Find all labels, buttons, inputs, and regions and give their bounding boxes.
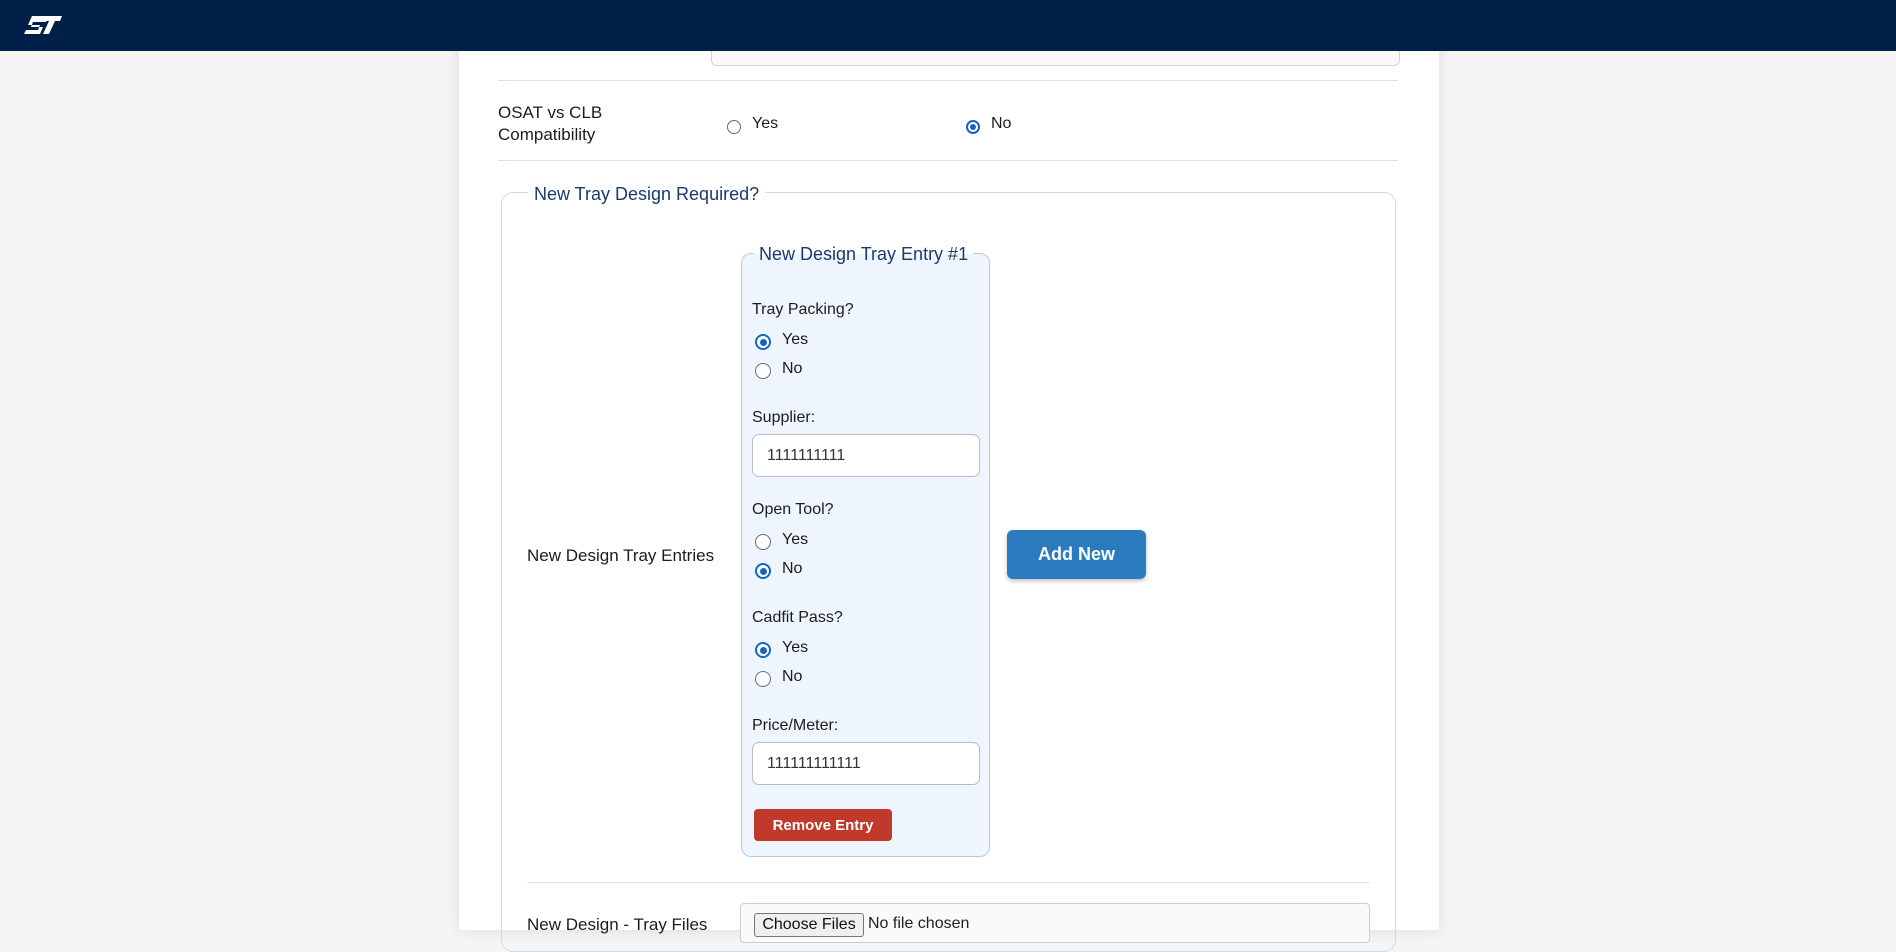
tray-entry-title: New Design Tray Entry #1 bbox=[754, 242, 974, 266]
add-new-button[interactable]: Add New bbox=[1007, 530, 1146, 579]
cadfit-pass-yes-radio[interactable] bbox=[755, 642, 771, 658]
st-logo-icon[interactable] bbox=[20, 12, 64, 38]
osat-no-radio[interactable] bbox=[966, 120, 980, 134]
supplier-label: Supplier: bbox=[752, 409, 816, 426]
supplier-input[interactable] bbox=[752, 434, 980, 477]
open-tool-no-label: No bbox=[782, 560, 803, 577]
cadfit-pass-no-label: No bbox=[782, 668, 803, 685]
cadfit-pass-label: Cadfit Pass? bbox=[752, 609, 843, 626]
osat-yes-label: Yes bbox=[752, 115, 779, 132]
divider bbox=[498, 80, 1398, 81]
open-tool-no-radio[interactable] bbox=[755, 563, 771, 579]
new-design-tray-entries-label: New Design Tray Entries bbox=[527, 546, 715, 565]
remove-entry-button[interactable]: Remove Entry bbox=[754, 809, 892, 841]
choose-files-button[interactable]: Choose Files bbox=[754, 913, 864, 937]
divider bbox=[527, 882, 1370, 883]
tray-files-label: New Design - Tray Files bbox=[527, 915, 708, 934]
open-tool-label: Open Tool? bbox=[752, 501, 834, 518]
tray-packing-yes-label: Yes bbox=[782, 331, 809, 348]
tray-packing-yes-radio[interactable] bbox=[755, 334, 771, 350]
osat-yes-radio[interactable] bbox=[727, 120, 741, 134]
price-meter-label: Price/Meter: bbox=[752, 717, 839, 734]
tray-packing-no-label: No bbox=[782, 360, 803, 377]
top-navbar bbox=[0, 0, 1896, 51]
price-meter-input[interactable] bbox=[752, 742, 980, 785]
cadfit-pass-no-radio[interactable] bbox=[755, 671, 771, 687]
tray-packing-no-radio[interactable] bbox=[755, 363, 771, 379]
new-tray-design-legend: New Tray Design Required? bbox=[528, 182, 766, 206]
cadfit-pass-yes-label: Yes bbox=[782, 639, 809, 656]
divider bbox=[498, 160, 1398, 161]
tray-packing-label: Tray Packing? bbox=[752, 301, 854, 318]
osat-no-label: No bbox=[991, 115, 1012, 132]
open-tool-yes-label: Yes bbox=[782, 531, 809, 548]
osat-clb-label: OSAT vs CLB Compatibility bbox=[498, 103, 603, 144]
file-status-text: No file chosen bbox=[868, 915, 970, 932]
open-tool-yes-radio[interactable] bbox=[755, 534, 771, 550]
